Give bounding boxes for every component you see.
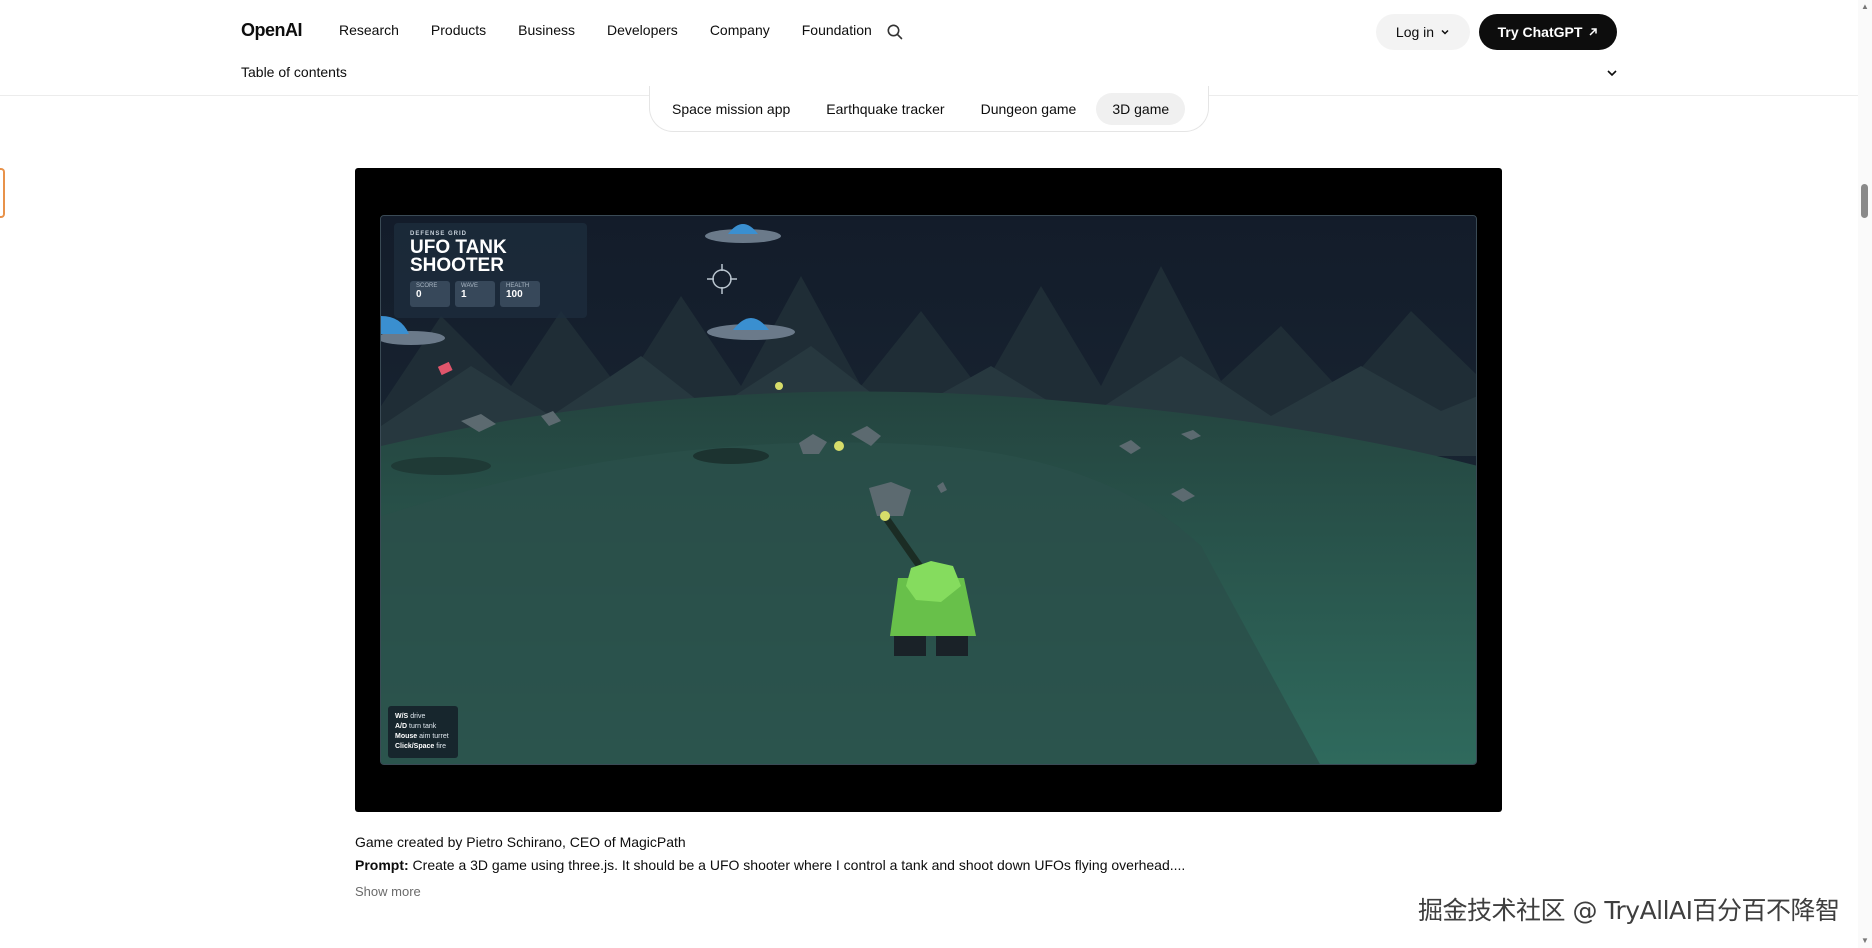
page: OpenAI Research Products Business Develo… xyxy=(0,0,1872,948)
control-row: Mouse aim turret xyxy=(395,733,449,740)
arrow-up-right-icon xyxy=(1588,24,1598,40)
try-chatgpt-label: Try ChatGPT xyxy=(1497,24,1583,40)
prompt-text: Prompt: Create a 3D game using three.js.… xyxy=(355,857,1185,873)
tab-dungeon-game[interactable]: Dungeon game xyxy=(965,93,1093,125)
controls-legend: W/S drive A/D turn tank Mouse aim turret… xyxy=(388,706,458,758)
control-row: Click/Space fire xyxy=(395,743,446,750)
nav-link-developers[interactable]: Developers xyxy=(607,22,678,38)
try-chatgpt-button[interactable]: Try ChatGPT xyxy=(1479,14,1617,50)
nav-link-products[interactable]: Products xyxy=(431,22,486,38)
nav-link-company[interactable]: Company xyxy=(710,22,770,38)
control-row: W/S drive xyxy=(395,713,426,720)
top-navigation: OpenAI Research Products Business Develo… xyxy=(0,0,1872,64)
prompt-label: Prompt: xyxy=(355,857,409,873)
prompt-body: Create a 3D game using three.js. It shou… xyxy=(408,857,1186,873)
watermark: 掘金技术社区 @ TryAllAI百分百不降智 xyxy=(1418,896,1840,925)
chevron-down-icon[interactable] xyxy=(1605,66,1619,80)
control-row: A/D turn tank xyxy=(395,723,437,730)
tab-3d-game[interactable]: 3D game xyxy=(1096,92,1186,125)
login-button[interactable]: Log in xyxy=(1376,14,1470,50)
nav-link-business[interactable]: Business xyxy=(518,22,575,38)
hud-stats: SCORE 0 WAVE 1 HEALTH 100 xyxy=(410,281,571,307)
nav-links: Research Products Business Developers Co… xyxy=(339,22,872,38)
search-icon[interactable] xyxy=(886,23,904,41)
scroll-thumb[interactable] xyxy=(1861,184,1868,218)
hud-title-line2: SHOOTER xyxy=(410,255,504,276)
scroll-down-arrow-icon[interactable]: ▼ xyxy=(1860,936,1870,946)
example-tabs: Space mission app Earthquake tracker Dun… xyxy=(649,86,1209,132)
health-stat: HEALTH 100 xyxy=(500,281,540,307)
side-marker xyxy=(0,168,5,218)
game-hud: DEFENSE GRID UFO TANK SHOOTER SCORE 0 WA… xyxy=(394,223,587,318)
scrollbar[interactable] xyxy=(1858,0,1872,948)
login-label: Log in xyxy=(1395,24,1435,40)
game-screenshot: DEFENSE GRID UFO TANK SHOOTER SCORE 0 WA… xyxy=(380,215,1477,765)
wave-value: 1 xyxy=(461,289,467,300)
tab-space-mission-app[interactable]: Space mission app xyxy=(656,93,806,125)
scroll-up-arrow-icon[interactable]: ▲ xyxy=(1860,2,1870,12)
toc-label: Table of contents xyxy=(241,64,347,80)
score-value: 0 xyxy=(416,289,422,300)
wave-stat: WAVE 1 xyxy=(455,281,495,307)
show-more-link[interactable]: Show more xyxy=(355,884,421,899)
chevron-down-icon xyxy=(1440,24,1450,40)
score-stat: SCORE 0 xyxy=(410,281,450,307)
game-credit: Game created by Pietro Schirano, CEO of … xyxy=(355,834,686,850)
nav-link-foundation[interactable]: Foundation xyxy=(802,22,872,38)
health-value: 100 xyxy=(506,289,523,300)
nav-link-research[interactable]: Research xyxy=(339,22,399,38)
tab-earthquake-tracker[interactable]: Earthquake tracker xyxy=(810,93,960,125)
openai-logo[interactable]: OpenAI xyxy=(241,20,303,41)
